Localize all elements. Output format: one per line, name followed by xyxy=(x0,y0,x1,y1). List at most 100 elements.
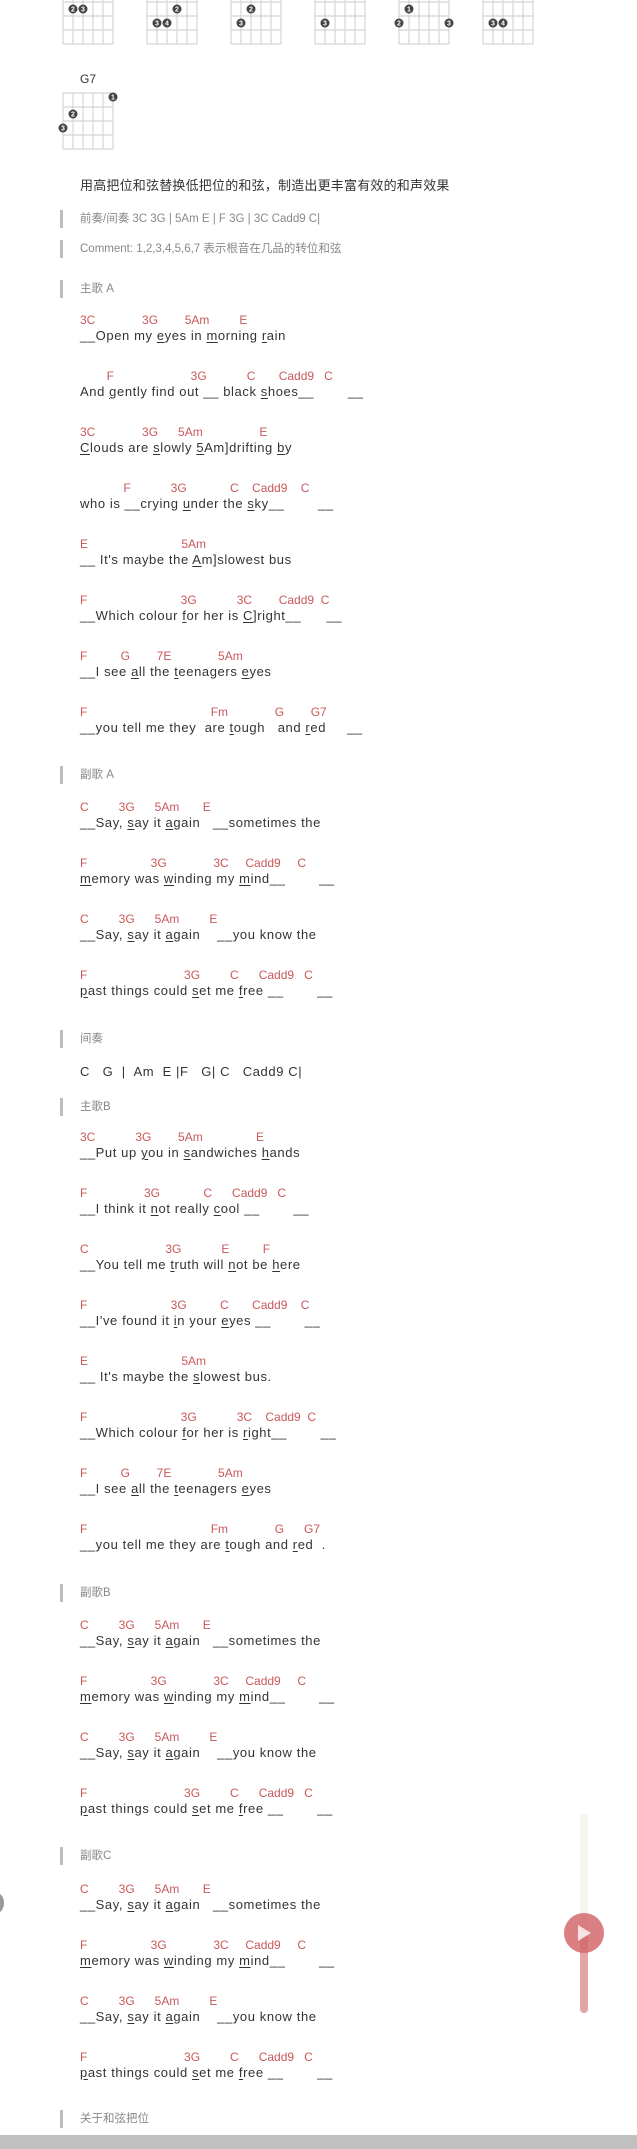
finger-number: 2 xyxy=(175,7,179,14)
lyric-line: __Say, say it again __sometimes the xyxy=(80,1633,321,1648)
chord-position-mark: c xyxy=(213,1201,221,1216)
lyric-line: past things could set me free __ __ xyxy=(80,983,333,998)
chord-position-mark: A xyxy=(192,552,202,567)
chord-position-mark: p xyxy=(80,2065,88,2080)
chord-position-mark: s xyxy=(127,1633,135,1648)
chord-line: E 5Am xyxy=(80,537,207,551)
finger-number: 2 xyxy=(71,112,75,119)
lyric-line: __Open my eyes in morning rain xyxy=(80,328,286,343)
chord-line: E 5Am xyxy=(80,1354,207,1368)
chord-position-mark: t xyxy=(174,664,179,679)
finger-number: 3 xyxy=(61,126,65,133)
finger-number: 2 xyxy=(71,7,75,14)
chord-position-mark: t xyxy=(174,1481,179,1496)
chord-diagram: 134 xyxy=(482,0,534,47)
lyric-line: memory was winding my mind__ __ xyxy=(80,871,335,886)
chord-position-mark: s xyxy=(183,1145,191,1160)
chord-diagram: 1234 xyxy=(146,0,198,47)
chord-position-mark: f xyxy=(182,1425,187,1440)
chord-position-mark: a xyxy=(165,2009,174,2024)
lyric-line: __I see all the teenagers eyes xyxy=(80,1481,272,1496)
chord-position-mark: e xyxy=(221,1313,230,1328)
lyric-line: __ It's maybe the slowest bus. xyxy=(80,1369,272,1384)
finger-number: 1 xyxy=(407,7,411,14)
lyric-line: __you tell me they are tough and red __ xyxy=(80,720,363,735)
finger-number: 4 xyxy=(165,21,169,28)
lyric-line: __I think it not really cool __ __ xyxy=(80,1201,310,1216)
chord-line: F Fm G G7 xyxy=(80,705,327,719)
chord-line: 3C 3G 5Am E xyxy=(80,425,268,439)
finger-number: 2 xyxy=(397,21,401,28)
lyric-line: __Say, say it again __you know the xyxy=(80,927,317,942)
chord-line: F 3G C Cadd9 C xyxy=(80,968,313,982)
chord-position-mark: m xyxy=(80,1689,92,1704)
chord-line: C 3G 5Am E xyxy=(80,912,218,926)
finger-number: 2 xyxy=(249,7,253,14)
section-header: 副歌C xyxy=(60,1847,111,1865)
chord-position-mark: s xyxy=(260,384,268,399)
chord-position-mark: h xyxy=(272,1257,281,1272)
section-header: 副歌 A xyxy=(60,766,114,784)
autoscroll-slider[interactable] xyxy=(564,1813,604,2013)
lyric-line: __Say, say it again __you know the xyxy=(80,1745,317,1760)
chord-line: F 3G C Cadd9 C xyxy=(80,1186,287,1200)
chord-diagram: G7 1 2 3 xyxy=(58,72,118,152)
chord-diagram: ×123 xyxy=(230,0,282,47)
play-button[interactable] xyxy=(564,1913,604,1953)
section-header: 间奏 xyxy=(60,1030,103,1048)
chord-line: 3C 3G 5Am E xyxy=(80,313,248,327)
chord-line: C 3G 5Am E xyxy=(80,800,211,814)
chord-diagram: 123 xyxy=(62,0,114,47)
chord-line: F G 7E 5Am xyxy=(80,1466,243,1480)
chord-position-mark: r xyxy=(243,1425,248,1440)
chord-position-mark: a xyxy=(165,1897,174,1912)
chord-diagrams: 1231234×123×13123134G7123 xyxy=(0,0,637,160)
section-header: 副歌B xyxy=(60,1584,111,1602)
chord-position-mark: m xyxy=(239,1953,251,1968)
chord-position-mark: f xyxy=(238,983,244,998)
lyric-line: memory was winding my mind__ __ xyxy=(80,1689,335,1704)
fretboard-grid: 1 23 xyxy=(58,92,118,150)
chord-position-mark: p xyxy=(80,983,88,998)
interlude-chords: C G | Am E |F G| C Cadd9 C| xyxy=(80,1064,303,1079)
chord-position-mark: s xyxy=(192,2065,200,2080)
chord-position-mark: r xyxy=(292,1537,298,1552)
lyric-line: __Say, say it again __sometimes the xyxy=(80,1897,321,1912)
lyric-line: __Say, say it again __you know the xyxy=(80,2009,317,2024)
chord-position-mark: s xyxy=(192,983,200,998)
lyric-line: who is __crying under the sky__ __ xyxy=(80,496,334,511)
finger-number: 3 xyxy=(81,7,85,14)
chord-position-mark: r xyxy=(305,720,311,735)
lyric-line: __You tell me truth will not be here xyxy=(80,1257,301,1272)
fretboard-grid: 134 xyxy=(482,0,534,45)
chord-position-mark: e xyxy=(241,1481,250,1496)
chord-position-mark: f xyxy=(238,2065,244,2080)
chord-line: F 3G C Cadd9 C xyxy=(80,2050,313,2064)
chord-position-mark: s xyxy=(247,496,255,511)
chord-position-mark: s xyxy=(192,1801,200,1816)
chord-position-mark: s xyxy=(127,815,135,830)
chord-line: F 3G C Cadd9 C xyxy=(80,1298,310,1312)
finger-number: 1 xyxy=(111,95,115,102)
chord-position-mark: r xyxy=(261,328,267,343)
lyric-line: past things could set me free __ __ xyxy=(80,1801,333,1816)
chord-position-mark: a xyxy=(131,664,139,679)
chord-position-mark: u xyxy=(182,496,191,511)
chord-diagram-name: G7 xyxy=(79,72,96,86)
chord-position-mark: m xyxy=(239,871,251,886)
lyric-line: __ It's maybe the Am]slowest bus xyxy=(80,552,292,567)
chord-position-mark: s xyxy=(127,1745,135,1760)
chord-position-mark: t xyxy=(170,1257,175,1272)
horizontal-scrollbar[interactable] xyxy=(0,2135,637,2149)
side-drawer-handle[interactable] xyxy=(0,1893,4,1913)
play-icon xyxy=(578,1925,591,1941)
comment-quote: Comment: 1,2,3,4,5,6,7 表示根音在几品的转位和弦 xyxy=(60,240,341,258)
chord-line: C 3G 5Am E xyxy=(80,1994,218,2008)
chord-diagram: ×13 xyxy=(314,0,366,47)
fretboard-grid: ×123 xyxy=(230,0,282,45)
lyric-line: __I see all the teenagers eyes xyxy=(80,664,272,679)
chord-position-mark: a xyxy=(131,1481,139,1496)
chord-position-mark: a xyxy=(165,927,174,942)
section-header: 关于和弦把位 xyxy=(60,2110,149,2128)
intro-text: 用高把位和弦替换低把位的和弦，制造出更丰富有效的和声效果 xyxy=(80,178,450,193)
